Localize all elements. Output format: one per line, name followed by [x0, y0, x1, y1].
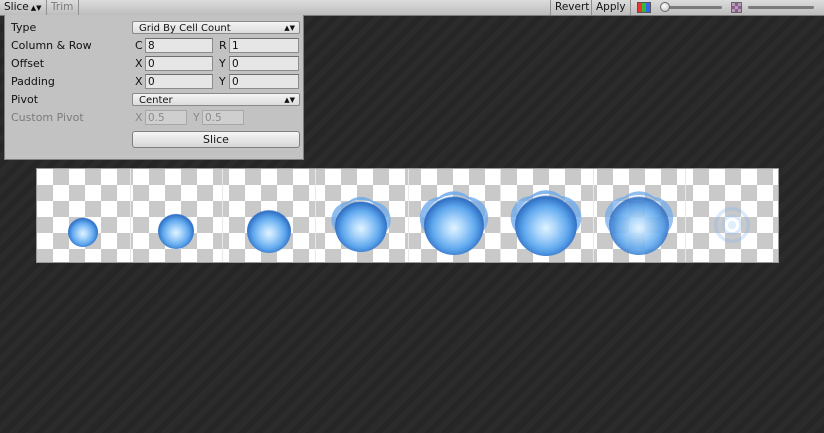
- splash-frame-3: [246, 208, 291, 253]
- sprite-cell-divider: [407, 169, 409, 262]
- padding-y-axis-label: Y: [219, 75, 226, 88]
- custom-pivot-x-field: 0.5: [145, 110, 187, 125]
- column-count-field[interactable]: 8: [145, 38, 213, 53]
- dropdown-arrows-icon: ▲▼: [284, 96, 295, 104]
- sprite-sheet-texture[interactable]: [36, 168, 779, 263]
- splash-frame-8: [703, 197, 760, 254]
- apply-label: Apply: [596, 1, 626, 13]
- revert-label: Revert: [555, 1, 590, 13]
- offset-y-axis-label: Y: [219, 57, 226, 70]
- column-row-label: Column & Row: [11, 39, 92, 52]
- padding-label: Padding: [11, 75, 55, 88]
- splash-frame-2: [157, 213, 194, 250]
- row-axis-label: R: [219, 39, 227, 52]
- padding-x-field[interactable]: 0: [145, 74, 213, 89]
- splash-frame-7: [609, 195, 670, 255]
- splash-frame-6: [515, 193, 578, 256]
- zoom-slider-track[interactable]: [662, 6, 722, 9]
- sprite-cell-divider: [500, 169, 502, 262]
- slice-button[interactable]: Slice: [132, 131, 300, 148]
- sprite-cell-divider: [314, 169, 316, 262]
- splash-frame-5: [423, 195, 484, 255]
- offset-x-field[interactable]: 0: [145, 56, 213, 71]
- offset-x-axis-label: X: [135, 57, 143, 70]
- apply-button[interactable]: Apply: [592, 0, 631, 15]
- type-label: Type: [11, 21, 37, 34]
- zoom-slider-thumb[interactable]: [660, 2, 670, 12]
- trim-button[interactable]: Trim: [47, 0, 79, 15]
- sprite-cell-divider: [685, 169, 687, 262]
- sprite-cell-divider: [222, 169, 224, 262]
- offset-label: Offset: [11, 57, 45, 70]
- offset-y-field[interactable]: 0: [229, 56, 299, 71]
- slice-menu-button[interactable]: Slice ▲▼: [0, 0, 47, 15]
- mip-slider-track[interactable]: [748, 6, 814, 9]
- padding-x-axis-label: X: [135, 75, 143, 88]
- revert-button[interactable]: Revert: [550, 0, 592, 15]
- custom-pivot-y-field: 0.5: [202, 110, 244, 125]
- padding-y-field[interactable]: 0: [229, 74, 299, 89]
- slice-menu-label: Slice: [4, 1, 29, 13]
- pivot-dropdown[interactable]: Center ▲▼: [132, 93, 300, 106]
- sprite-cell-divider: [129, 169, 131, 262]
- sprite-editor-toolbar: Slice ▲▼ Trim Revert Apply: [0, 0, 824, 16]
- mip-level-icon: [731, 2, 742, 13]
- custom-pivot-x-axis-label: X: [135, 111, 143, 124]
- pivot-label: Pivot: [11, 93, 39, 106]
- row-count-field[interactable]: 1: [229, 38, 299, 53]
- type-dropdown-value: Grid By Cell Count: [139, 23, 231, 34]
- trim-label: Trim: [51, 1, 74, 13]
- splash-frame-4: [335, 199, 388, 252]
- type-dropdown[interactable]: Grid By Cell Count ▲▼: [132, 21, 300, 34]
- sprite-cell-divider: [592, 169, 594, 262]
- updown-arrows-icon: ▲▼: [30, 4, 42, 12]
- rgb-channel-icon[interactable]: [637, 2, 651, 13]
- pivot-dropdown-value: Center: [139, 95, 173, 106]
- custom-pivot-label: Custom Pivot: [11, 111, 84, 124]
- column-axis-label: C: [135, 39, 143, 52]
- splash-frame-1: [68, 217, 99, 247]
- slice-panel: Type Grid By Cell Count ▲▼ Column & Row …: [4, 15, 304, 160]
- dropdown-arrows-icon: ▲▼: [284, 24, 295, 32]
- custom-pivot-y-axis-label: Y: [193, 111, 200, 124]
